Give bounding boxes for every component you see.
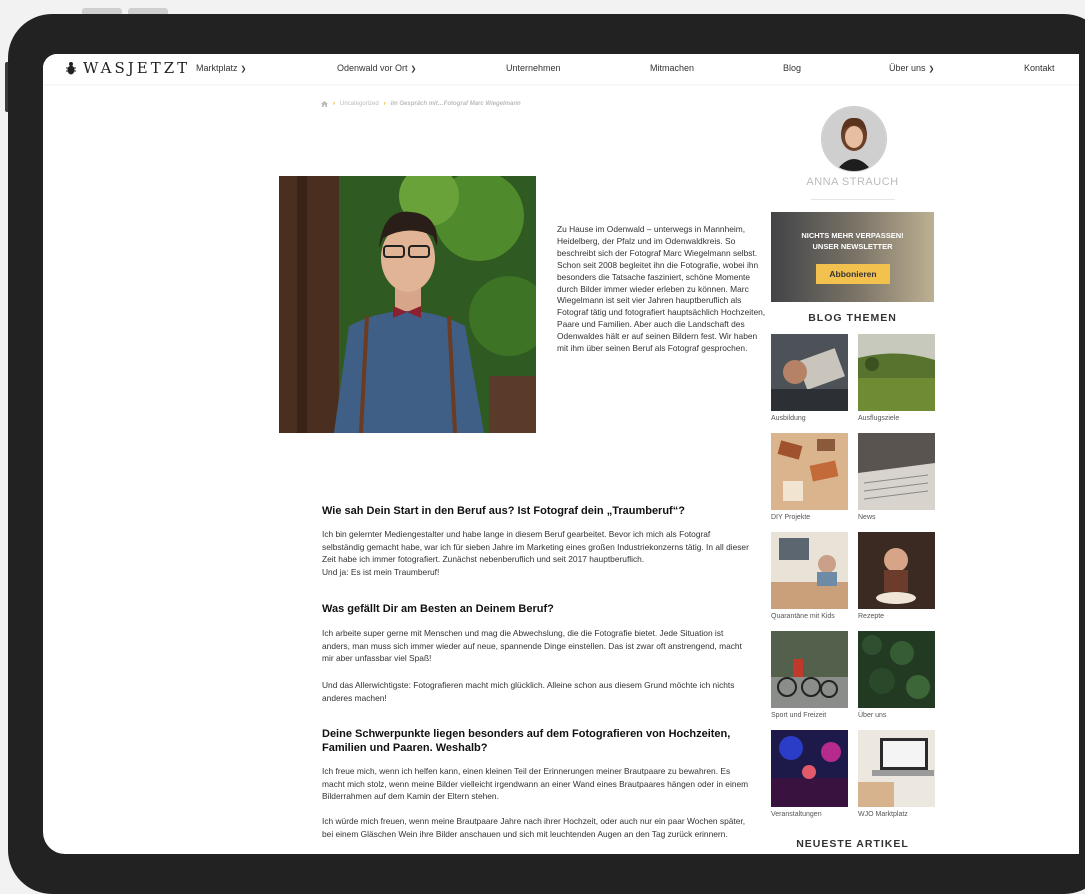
breadcrumb-current: Im Gespräch mit…Fotograf Marc Wiegelmann bbox=[390, 101, 521, 107]
topic-thumbnail-image bbox=[771, 433, 848, 510]
chevron-down-icon: ❯ bbox=[240, 66, 247, 73]
nav-item-blog[interactable]: Blog bbox=[783, 63, 801, 73]
breadcrumb-separator-icon: › bbox=[333, 101, 335, 107]
topic-quarantaene-mit-kids[interactable]: Quarantäne mit Kids bbox=[771, 532, 848, 620]
topic-ueber-uns[interactable]: Über uns bbox=[858, 631, 935, 719]
topic-label: Rezepte bbox=[858, 613, 885, 620]
nav-item-label: Über uns bbox=[889, 63, 926, 73]
photographer-portrait-image bbox=[279, 176, 536, 433]
topic-diy-projekte[interactable]: DIY Projekte bbox=[771, 433, 848, 521]
topic-thumbnail-image bbox=[771, 631, 848, 708]
author-portrait-image bbox=[822, 107, 886, 171]
breadcrumb-separator-icon: › bbox=[383, 101, 386, 107]
topic-label: Veranstaltungen bbox=[771, 811, 822, 818]
subscribe-button[interactable]: Abbonieren bbox=[816, 264, 890, 284]
topic-label: WJO Marktplatz bbox=[858, 811, 908, 818]
nav-item-unternehmen[interactable]: Unternehmen bbox=[506, 63, 561, 73]
sidebar-divider bbox=[811, 199, 895, 200]
topic-thumbnail-image bbox=[858, 334, 935, 411]
interview-answer-1: Ich bin gelernter Mediengestalter und ha… bbox=[322, 529, 749, 577]
topic-thumbnail-image bbox=[771, 334, 848, 411]
nav-item-label: Odenwald vor Ort bbox=[337, 63, 408, 73]
topic-label: Quarantäne mit Kids bbox=[771, 613, 835, 620]
nav-item-mitmachen[interactable]: Mitmachen bbox=[650, 63, 694, 73]
nav-item-label: Unternehmen bbox=[506, 63, 561, 73]
tablet-frame: WASJETZT Marktplatz ❯ Odenwald vor Ort ❯ U… bbox=[8, 14, 1085, 894]
interview-question-2: Was gefällt Dir am Besten an Deinem Beru… bbox=[322, 603, 554, 615]
nav-item-odenwald-vor-ort[interactable]: Odenwald vor Ort ❯ bbox=[337, 63, 416, 73]
topic-veranstaltungen[interactable]: Veranstaltungen bbox=[771, 730, 848, 818]
topic-rezepte[interactable]: Rezepte bbox=[858, 532, 935, 620]
logo-text: WASJETZT bbox=[83, 59, 191, 77]
author-name[interactable]: ANNA STRAUCH bbox=[771, 176, 934, 188]
topic-label: Sport und Freizeit bbox=[771, 712, 827, 719]
topic-news[interactable]: News bbox=[858, 433, 935, 521]
nav-item-label: Mitmachen bbox=[650, 63, 695, 73]
breadcrumb-category[interactable]: Uncategorized bbox=[340, 101, 379, 107]
newsletter-background-image bbox=[771, 212, 934, 302]
topic-thumbnail-image bbox=[858, 433, 935, 510]
newsletter-line-2: UNSER NEWSLETTER bbox=[812, 242, 893, 251]
interview-question-1: Wie sah Dein Start in den Beruf aus? Ist… bbox=[322, 505, 685, 517]
topic-thumbnail-image bbox=[771, 532, 848, 609]
main-navigation: WASJETZT Marktplatz ❯ Odenwald vor Ort ❯ U… bbox=[43, 54, 1079, 84]
topic-label: Ausbildung bbox=[771, 415, 806, 422]
nav-item-label: Marktplatz bbox=[196, 63, 238, 73]
chevron-down-icon: ❯ bbox=[928, 66, 935, 73]
topic-thumbnail-image bbox=[858, 532, 935, 609]
nav-item-ueber-uns[interactable]: Über uns ❯ bbox=[889, 63, 934, 73]
chevron-down-icon: ❯ bbox=[410, 66, 417, 73]
interview-answer-3a: Ich freue mich, wenn ich helfen kann, ei… bbox=[322, 766, 749, 801]
bug-logo-icon bbox=[66, 62, 76, 75]
topic-label: Ausflugsziele bbox=[858, 415, 900, 422]
interview-question-3: Deine Schwerpunkte liegen besonders auf … bbox=[322, 728, 731, 754]
topic-thumbnail-image bbox=[771, 730, 848, 807]
newsletter-line-1: NICHTS MEHR VERPASSEN! bbox=[801, 231, 904, 240]
topic-label: DIY Projekte bbox=[771, 514, 811, 521]
site-logo[interactable]: WASJETZT bbox=[65, 59, 190, 77]
topic-thumbnail-image bbox=[858, 631, 935, 708]
topic-ausflugsziele[interactable]: Ausflugsziele bbox=[858, 334, 935, 422]
topic-ausbildung[interactable]: Ausbildung bbox=[771, 334, 848, 422]
blog-topics-heading: BLOG THEMEN bbox=[808, 312, 897, 324]
article-intro: Zu Hause im Odenwald – unterwegs in Mann… bbox=[557, 224, 766, 354]
breadcrumb: › Uncategorized › Im Gespräch mit…Fotogr… bbox=[321, 101, 521, 107]
author-avatar[interactable] bbox=[821, 106, 887, 172]
nav-item-label: Blog bbox=[783, 63, 802, 73]
topic-label: News bbox=[858, 514, 876, 521]
latest-articles-heading: NEUESTE ARTIKEL bbox=[796, 838, 909, 850]
nav-item-kontakt[interactable]: Kontakt bbox=[1024, 63, 1055, 73]
interview-answer-2a: Ich arbeite super gerne mit Menschen und… bbox=[322, 628, 742, 663]
newsletter-banner: NICHTS MEHR VERPASSEN! UNSER NEWSLETTER … bbox=[771, 212, 934, 302]
interview-answer-2b: Und das Allerwichtigste: Fotografieren m… bbox=[322, 680, 735, 703]
topic-sport-und-freizeit[interactable]: Sport und Freizeit bbox=[771, 631, 848, 719]
nav-item-marktplatz[interactable]: Marktplatz ❯ bbox=[196, 63, 246, 73]
topic-wjo-marktplatz[interactable]: WJO Marktplatz bbox=[858, 730, 935, 818]
newsletter-text: NICHTS MEHR VERPASSEN! UNSER NEWSLETTER bbox=[771, 230, 934, 252]
tablet-screen: WASJETZT Marktplatz ❯ Odenwald vor Ort ❯ U… bbox=[43, 54, 1079, 854]
nav-item-label: Kontakt bbox=[1024, 63, 1055, 73]
home-icon[interactable] bbox=[321, 101, 328, 107]
interview-answer-3b: Ich würde mich freuen, wenn meine Brautp… bbox=[322, 816, 746, 839]
topic-thumbnail-image bbox=[858, 730, 935, 807]
topic-label: Über uns bbox=[858, 712, 887, 719]
